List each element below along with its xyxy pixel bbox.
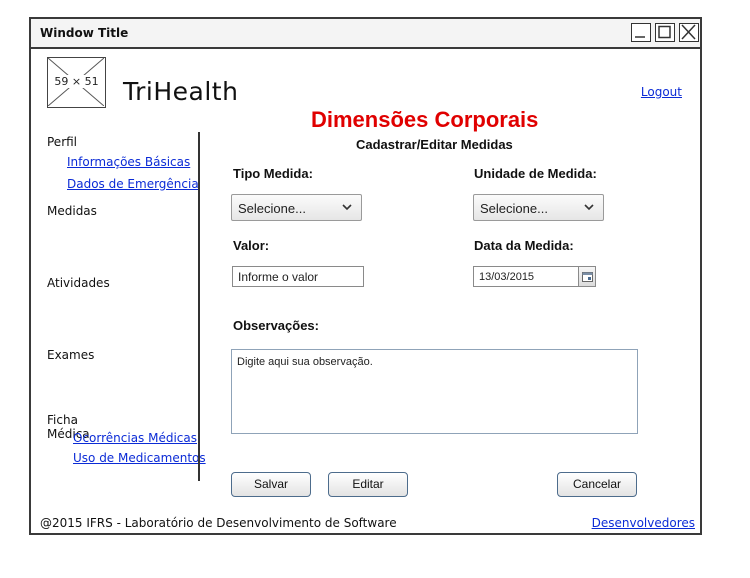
- sidebar-section-atividades: Atividades: [47, 276, 110, 290]
- logo-placeholder: 59 × 51: [47, 57, 106, 108]
- logout-link[interactable]: Logout: [641, 85, 682, 99]
- logo-dimensions: 59 × 51: [53, 75, 100, 88]
- close-button[interactable]: [679, 23, 699, 42]
- app-name: TriHealth: [123, 77, 239, 106]
- sidebar-section-exames: Exames: [47, 348, 95, 362]
- sidebar-item-dados-emergencia[interactable]: Dados de Emergência: [67, 177, 199, 191]
- editar-button[interactable]: Editar: [328, 472, 408, 497]
- cancelar-button[interactable]: Cancelar: [557, 472, 637, 497]
- tipo-medida-label: Tipo Medida:: [233, 166, 313, 181]
- app-window: Window Title 59 × 51 TriHealth Logout Di…: [29, 17, 702, 535]
- close-icon: [681, 24, 696, 40]
- page-title: Dimensões Corporais: [311, 107, 539, 132]
- tipo-medida-select[interactable]: Selecione...: [231, 194, 362, 221]
- data-medida-label: Data da Medida:: [474, 238, 574, 253]
- tipo-medida-value: Selecione...: [238, 201, 306, 216]
- window-title: Window Title: [40, 26, 129, 40]
- valor-input[interactable]: Informe o valor: [232, 266, 364, 287]
- maximize-button[interactable]: [655, 23, 675, 42]
- title-bar: Window Title: [31, 19, 700, 49]
- observacoes-placeholder: Digite aqui sua observação.: [237, 356, 373, 368]
- valor-label: Valor:: [233, 238, 270, 253]
- calendar-button[interactable]: [578, 266, 596, 287]
- unidade-medida-select[interactable]: Selecione...: [473, 194, 604, 221]
- observacoes-textarea[interactable]: Digite aqui sua observação.: [231, 349, 638, 434]
- desenvolvedores-link[interactable]: Desenvolvedores: [592, 516, 695, 530]
- sidebar-item-ocorrencias-medicas[interactable]: Ocorrências Médicas: [73, 431, 197, 445]
- data-medida-input[interactable]: 13/03/2015: [473, 266, 596, 287]
- chevron-down-icon: [584, 204, 594, 211]
- unidade-medida-value: Selecione...: [480, 201, 548, 216]
- calendar-icon: [582, 272, 593, 282]
- chevron-down-icon: [342, 204, 352, 211]
- page-subtitle: Cadastrar/Editar Medidas: [356, 137, 513, 152]
- sidebar-section-perfil: Perfil: [47, 135, 78, 149]
- sidebar-item-informacoes-basicas[interactable]: Informações Básicas: [67, 155, 190, 169]
- sidebar-section-medidas: Medidas: [47, 204, 97, 218]
- salvar-button[interactable]: Salvar: [231, 472, 311, 497]
- sidebar-divider: [198, 132, 200, 481]
- footer-copyright: @2015 IFRS - Laboratório de Desenvolvime…: [40, 516, 397, 530]
- unidade-medida-label: Unidade de Medida:: [474, 166, 597, 181]
- minimize-button[interactable]: [631, 23, 651, 42]
- maximize-icon: [658, 25, 671, 39]
- observacoes-label: Observações:: [233, 318, 319, 333]
- sidebar-item-uso-medicamentos[interactable]: Uso de Medicamentos: [73, 451, 206, 465]
- data-medida-value: 13/03/2015: [479, 271, 535, 283]
- valor-placeholder: Informe o valor: [238, 270, 319, 284]
- minimize-icon: [635, 36, 645, 38]
